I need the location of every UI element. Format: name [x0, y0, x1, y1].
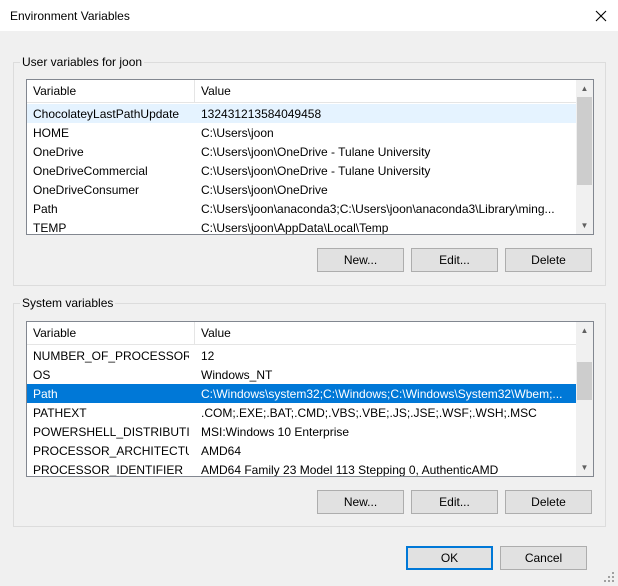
scrollbar[interactable]: ▲ ▼ — [576, 322, 593, 476]
user-variables-label: User variables for joon — [20, 55, 145, 69]
table-row[interactable]: NUMBER_OF_PROCESSORS 12 — [27, 346, 576, 365]
resize-grip[interactable] — [603, 571, 615, 583]
cancel-button[interactable]: Cancel — [500, 546, 587, 570]
table-row[interactable]: OneDrive C:\Users\joon\OneDrive - Tulane… — [27, 142, 576, 161]
chevron-down-icon: ▼ — [580, 221, 589, 230]
table-row[interactable]: PROCESSOR_ARCHITECTURE AMD64 — [27, 441, 576, 460]
table-row[interactable]: OneDriveCommercial C:\Users\joon\OneDriv… — [27, 161, 576, 180]
table-row[interactable]: POWERSHELL_DISTRIBUTIO... MSI:Windows 10… — [27, 422, 576, 441]
user-new-button[interactable]: New... — [317, 248, 404, 272]
system-delete-button[interactable]: Delete — [505, 490, 592, 514]
table-row[interactable]: PROCESSOR_IDENTIFIER AMD64 Family 23 Mod… — [27, 460, 576, 476]
table-row[interactable]: HOME C:\Users\joon — [27, 123, 576, 142]
list-header: Variable Value — [27, 322, 576, 345]
column-header-variable[interactable]: Variable — [33, 326, 76, 340]
chevron-up-icon: ▲ — [580, 326, 589, 335]
list-header: Variable Value — [27, 80, 576, 103]
system-edit-button[interactable]: Edit... — [411, 490, 498, 514]
table-row[interactable]: PATHEXT .COM;.EXE;.BAT;.CMD;.VBS;.VBE;.J… — [27, 403, 576, 422]
user-variables-list[interactable]: Variable Value ChocolateyLastPathUpdate … — [26, 79, 594, 235]
column-header-variable[interactable]: Variable — [33, 84, 76, 98]
column-divider[interactable] — [194, 80, 195, 102]
close-icon — [595, 10, 607, 22]
scroll-thumb[interactable] — [577, 362, 592, 400]
window-title: Environment Variables — [10, 9, 130, 23]
ok-button[interactable]: OK — [406, 546, 493, 570]
scroll-up-button[interactable]: ▲ — [576, 80, 593, 97]
system-variables-list[interactable]: Variable Value NUMBER_OF_PROCESSORS 12 O… — [26, 321, 594, 477]
table-row[interactable]: OS Windows_NT — [27, 365, 576, 384]
table-row-selected[interactable]: Path C:\Windows\system32;C:\Windows;C:\W… — [27, 384, 576, 403]
scroll-thumb[interactable] — [577, 97, 592, 185]
table-row[interactable]: OneDriveConsumer C:\Users\joon\OneDrive — [27, 180, 576, 199]
user-delete-button[interactable]: Delete — [505, 248, 592, 272]
close-button[interactable] — [587, 4, 615, 28]
column-divider[interactable] — [194, 322, 195, 344]
table-row[interactable]: ChocolateyLastPathUpdate 132431213584049… — [27, 104, 576, 123]
chevron-up-icon: ▲ — [580, 84, 589, 93]
column-header-value[interactable]: Value — [201, 326, 231, 340]
resize-grip-icon — [604, 572, 614, 582]
column-header-value[interactable]: Value — [201, 84, 231, 98]
chevron-down-icon: ▼ — [580, 463, 589, 472]
scrollbar[interactable]: ▲ ▼ — [576, 80, 593, 234]
scroll-up-button[interactable]: ▲ — [576, 322, 593, 339]
table-row[interactable]: TEMP C:\Users\joon\AppData\Local\Temp — [27, 218, 576, 234]
system-variables-label: System variables — [20, 296, 116, 310]
table-row[interactable]: Path C:\Users\joon\anaconda3;C:\Users\jo… — [27, 199, 576, 218]
scroll-down-button[interactable]: ▼ — [576, 217, 593, 234]
system-new-button[interactable]: New... — [317, 490, 404, 514]
scroll-down-button[interactable]: ▼ — [576, 459, 593, 476]
user-edit-button[interactable]: Edit... — [411, 248, 498, 272]
